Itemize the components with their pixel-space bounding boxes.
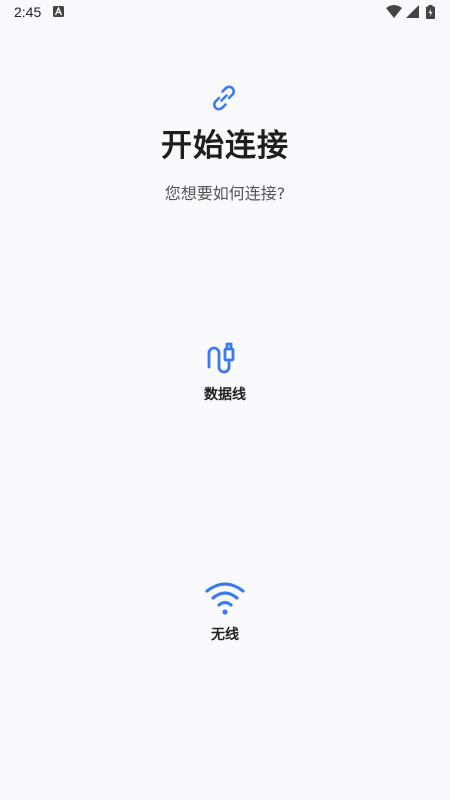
page-subtitle: 您想要如何连接? bbox=[164, 184, 286, 203]
page-title: 开始连接 bbox=[161, 128, 289, 164]
wifi-signal-icon bbox=[386, 5, 402, 18]
wifi-icon bbox=[205, 582, 245, 615]
battery-charging-icon bbox=[426, 5, 435, 19]
usb-cable-option[interactable]: 数据线 bbox=[165, 338, 285, 418]
connection-screen: 2:45 开始连接 您想要如何连接? 数据线 无线 bbox=[0, 0, 450, 800]
link-icon bbox=[213, 85, 235, 111]
system-status-icons bbox=[386, 5, 438, 19]
wireless-label: 无线 bbox=[211, 627, 239, 643]
cell-signal-icon bbox=[406, 5, 419, 18]
notification-a-icon bbox=[53, 6, 64, 17]
wireless-option[interactable]: 无线 bbox=[165, 578, 285, 658]
status-time: 2:45 bbox=[14, 4, 42, 20]
usb-cable-label: 数据线 bbox=[204, 387, 246, 403]
status-bar: 2:45 bbox=[0, 0, 450, 24]
usb-cable-icon bbox=[207, 342, 235, 374]
